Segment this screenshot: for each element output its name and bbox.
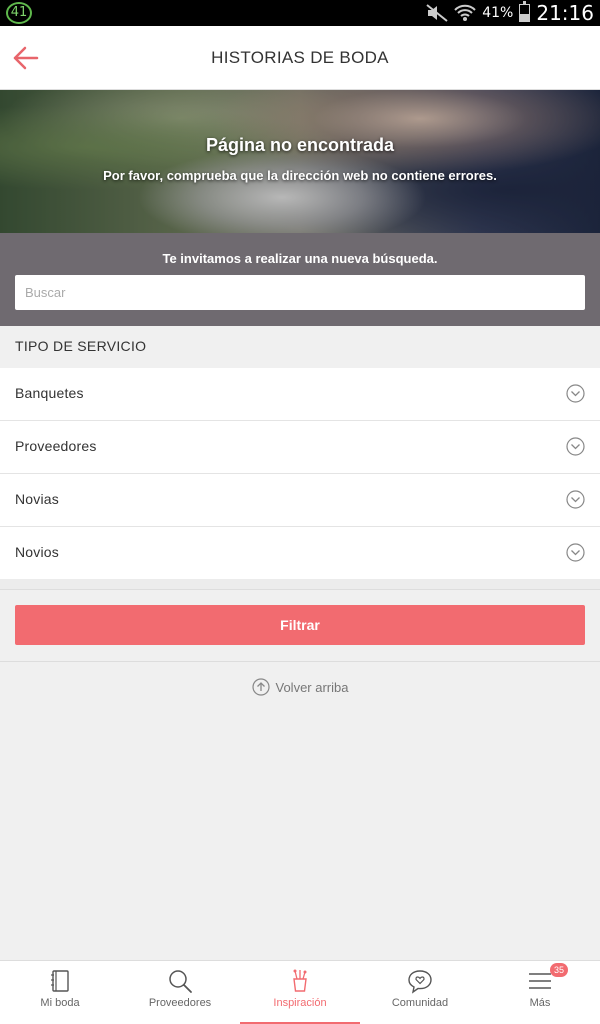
status-bar: 41 41% 21:16 [0,0,600,26]
service-item-novios[interactable]: Novios [0,527,600,580]
nav-item-comunidad[interactable]: Comunidad [360,961,480,1024]
nav-label: Mi boda [40,997,80,1009]
chevron-down-icon [566,490,585,509]
search-icon [169,970,192,993]
nav-item-proveedores[interactable]: Proveedores [120,961,240,1024]
chevron-down-icon [566,437,585,456]
nav-item-inspiracion[interactable]: Inspiración [240,961,360,1024]
nav-label: Inspiración [273,997,327,1009]
menu-icon [529,973,551,989]
nav-label: Más [529,997,551,1009]
clock: 21:16 [536,1,594,25]
app-bar: HISTORIAS DE BODA [0,26,600,90]
service-type-list: Banquetes Proveedores Novias Novios [0,368,600,580]
notification-count-badge: 41 [6,2,32,24]
service-item-label: Novias [15,491,59,507]
divider [0,661,600,662]
bottom-navigation: Mi boda Proveedores Inspiración Comunida… [0,960,600,1024]
service-item-label: Proveedores [15,438,97,454]
search-input[interactable] [15,275,585,310]
nav-label: Proveedores [148,997,212,1009]
hero-banner: Página no encontrada Por favor, comprueb… [0,90,600,233]
chat-heart-icon [408,970,432,994]
service-type-header: TIPO DE SERVICIO [0,326,600,368]
inspiration-icon [293,969,307,992]
back-to-top-label: Volver arriba [275,679,349,695]
status-icons: 41% 21:16 [426,0,594,26]
battery-percentage: 41% [482,5,514,21]
chevron-down-icon [566,384,585,403]
arrow-up-circle-icon [251,678,270,696]
nav-label: Comunidad [391,997,449,1009]
back-to-top-link[interactable]: Volver arriba [0,678,600,696]
hero-subtitle: Por favor, comprueba que la dirección we… [103,168,497,183]
service-item-label: Banquetes [15,385,84,401]
mute-icon [426,4,448,22]
wifi-icon [454,4,476,21]
notebook-icon [51,970,69,992]
battery-icon [519,1,531,22]
hero-title: Página no encontrada [205,135,395,155]
service-item-proveedores[interactable]: Proveedores [0,421,600,474]
nav-item-mas[interactable]: 35 Más [480,961,600,1024]
page-title: HISTORIAS DE BODA [211,48,389,67]
filter-button[interactable]: Filtrar [15,605,585,645]
service-item-novias[interactable]: Novias [0,474,600,527]
service-item-banquetes[interactable]: Banquetes [0,368,600,421]
nav-item-mi-boda[interactable]: Mi boda [0,961,120,1024]
search-section: Te invitamos a realizar una nueva búsque… [0,233,600,326]
chevron-down-icon [566,543,585,562]
service-item-label: Novios [15,544,59,560]
divider [0,579,600,590]
notification-badge: 35 [550,963,568,977]
hero-image-overlay [0,90,600,233]
search-prompt: Te invitamos a realizar una nueva búsque… [162,251,438,266]
